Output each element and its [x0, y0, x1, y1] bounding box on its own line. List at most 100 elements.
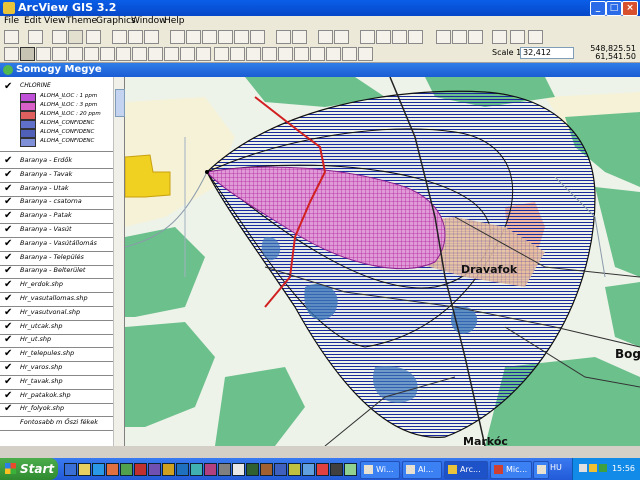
checkbox-icon[interactable]: ✔ [4, 307, 13, 317]
toc-theme-item[interactable]: ✔ Baranya - Utak [2, 183, 120, 197]
edit-legend-icon[interactable] [68, 30, 83, 44]
checkbox-icon[interactable]: ✔ [4, 238, 13, 248]
taskbar-item[interactable]: Al... [402, 461, 442, 479]
toc-theme-item[interactable]: ✔ Hr_patakok.shp [2, 390, 120, 404]
grid-icon[interactable] [326, 47, 341, 61]
zoom-full-icon[interactable] [170, 30, 185, 44]
snap-icon[interactable] [278, 47, 293, 61]
toc-theme-item[interactable]: ✔ Hr_vasutallomas.shp [2, 293, 120, 307]
checkbox-icon[interactable]: ✔ [4, 294, 13, 304]
quicklaunch-app-icon[interactable] [176, 463, 189, 476]
menu-theme[interactable]: Theme [66, 16, 97, 26]
point-draw-icon[interactable] [196, 47, 211, 61]
select-feature-icon[interactable] [52, 47, 67, 61]
toc-theme-item[interactable]: ✔ Hr_vasutvonal.shp [2, 307, 120, 321]
quicklaunch-app-icon[interactable] [344, 463, 357, 476]
help-icon[interactable] [318, 30, 333, 44]
toc-theme-item[interactable]: ✔ Hr_telepules.shp [2, 348, 120, 362]
minimize-button[interactable]: _ [590, 1, 606, 16]
toc-scrollbar[interactable] [113, 77, 125, 446]
checkbox-icon[interactable]: ✔ [4, 363, 13, 373]
toc-theme-item[interactable]: ✔ Hr_ut.shp [2, 334, 120, 348]
extension-icon[interactable] [528, 30, 543, 44]
next-icon[interactable] [468, 30, 483, 44]
quicklaunch-app-icon[interactable] [162, 463, 175, 476]
menu-view[interactable]: View [44, 16, 65, 26]
toc-theme-item[interactable]: ✔ Baranya - Vasútállomás [2, 238, 120, 252]
add-theme-icon[interactable] [28, 30, 43, 44]
quicklaunch-explorer-icon[interactable] [78, 463, 91, 476]
query-builder-icon[interactable] [144, 30, 159, 44]
zoom-out-icon[interactable] [84, 47, 99, 61]
locate-address-icon[interactable] [128, 30, 143, 44]
scale-input[interactable]: 32,412 [520, 47, 574, 59]
save-project-icon[interactable] [4, 30, 19, 44]
toc-theme-item[interactable]: ✔ Baranya - Belterület [2, 265, 120, 279]
zoom-out-fixed-icon[interactable] [234, 30, 249, 44]
toc-theme-item[interactable]: ✔ Baranya - Patak [2, 210, 120, 224]
toc-theme-item[interactable]: ✔ Hr_utcak.shp [2, 321, 120, 335]
language-indicator[interactable]: HU [550, 463, 562, 472]
quicklaunch-app-icon[interactable] [288, 463, 301, 476]
tray-icon[interactable] [589, 464, 597, 472]
quicklaunch-app-icon[interactable] [274, 463, 287, 476]
pointer-icon[interactable] [20, 47, 35, 61]
quicklaunch-app-icon[interactable] [260, 463, 273, 476]
toc-theme-item[interactable]: ✔ Hr_varos.shp [2, 362, 120, 376]
quicklaunch-app-icon[interactable] [246, 463, 259, 476]
zoom-in-fixed-icon[interactable] [218, 30, 233, 44]
taskbar-item[interactable]: Wi... [360, 461, 400, 479]
quicklaunch-ie-icon[interactable] [92, 463, 105, 476]
toc-theme-item[interactable]: ✔ Hr_folyok.shp [2, 403, 120, 417]
measure-distance-icon[interactable] [116, 47, 131, 61]
pan-icon[interactable] [100, 47, 115, 61]
toc-theme-item[interactable]: ✔ Baranya - Erdők [2, 155, 120, 169]
union-icon[interactable] [310, 47, 325, 61]
hotlink-icon[interactable] [360, 30, 375, 44]
checkbox-icon[interactable]: ✔ [4, 390, 13, 400]
checkbox-icon[interactable]: ✔ [4, 376, 13, 386]
checkbox-icon[interactable]: ✔ [4, 169, 13, 179]
quicklaunch-app-icon[interactable] [106, 463, 119, 476]
quicklaunch-desktop-icon[interactable] [64, 463, 77, 476]
toc-theme-item[interactable]: Fontosabb m Őszi fékek [2, 417, 120, 431]
map-view[interactable]: Dravafok Markóc Bog [125, 77, 640, 446]
text-tool-icon[interactable] [180, 47, 195, 61]
checkbox-icon[interactable]: ✔ [4, 82, 13, 92]
draw-line-icon[interactable] [246, 47, 261, 61]
checkbox-icon[interactable]: ✔ [4, 280, 13, 290]
checkbox-icon[interactable]: ✔ [4, 197, 13, 207]
select-by-theme-icon[interactable] [276, 30, 291, 44]
checkbox-icon[interactable]: ✔ [4, 225, 13, 235]
toc-theme-item[interactable]: ✔ Baranya - Vasút [2, 224, 120, 238]
find-icon[interactable] [112, 30, 127, 44]
split-polygon-icon[interactable] [294, 47, 309, 61]
toc-theme-item[interactable]: ✔ Baranya - Tavak [2, 169, 120, 183]
menu-help[interactable]: Help [164, 16, 185, 26]
open-table-icon[interactable] [86, 30, 101, 44]
draw-rectangle-icon[interactable] [214, 47, 229, 61]
quicklaunch-app-icon[interactable] [148, 463, 161, 476]
checkbox-icon[interactable]: ✔ [4, 252, 13, 262]
label-icon[interactable] [408, 30, 423, 44]
identify-icon[interactable] [4, 47, 19, 61]
layout-icon[interactable] [334, 30, 349, 44]
checkbox-icon[interactable]: ✔ [4, 266, 13, 276]
hotlink-tool-icon[interactable] [132, 47, 147, 61]
checkbox-icon[interactable]: ✔ [4, 349, 13, 359]
print-icon[interactable] [392, 30, 407, 44]
toc-theme-item[interactable]: ✔ Baranya - csatorna [2, 196, 120, 210]
draw-circle-icon[interactable] [230, 47, 245, 61]
checkbox-icon[interactable]: ✔ [4, 404, 13, 414]
taskbar-item[interactable] [533, 461, 549, 479]
zoom-previous-icon[interactable] [250, 30, 265, 44]
clock[interactable]: 15:56 [612, 464, 635, 473]
measure-icon[interactable] [376, 30, 391, 44]
tray-icon[interactable] [579, 464, 587, 472]
vertex-edit-icon[interactable] [36, 47, 51, 61]
checkbox-icon[interactable]: ✔ [4, 183, 13, 193]
xy-icon[interactable] [452, 30, 467, 44]
close-button[interactable]: × [622, 1, 638, 16]
maximize-button[interactable]: □ [606, 1, 622, 16]
quicklaunch-app-icon[interactable] [190, 463, 203, 476]
